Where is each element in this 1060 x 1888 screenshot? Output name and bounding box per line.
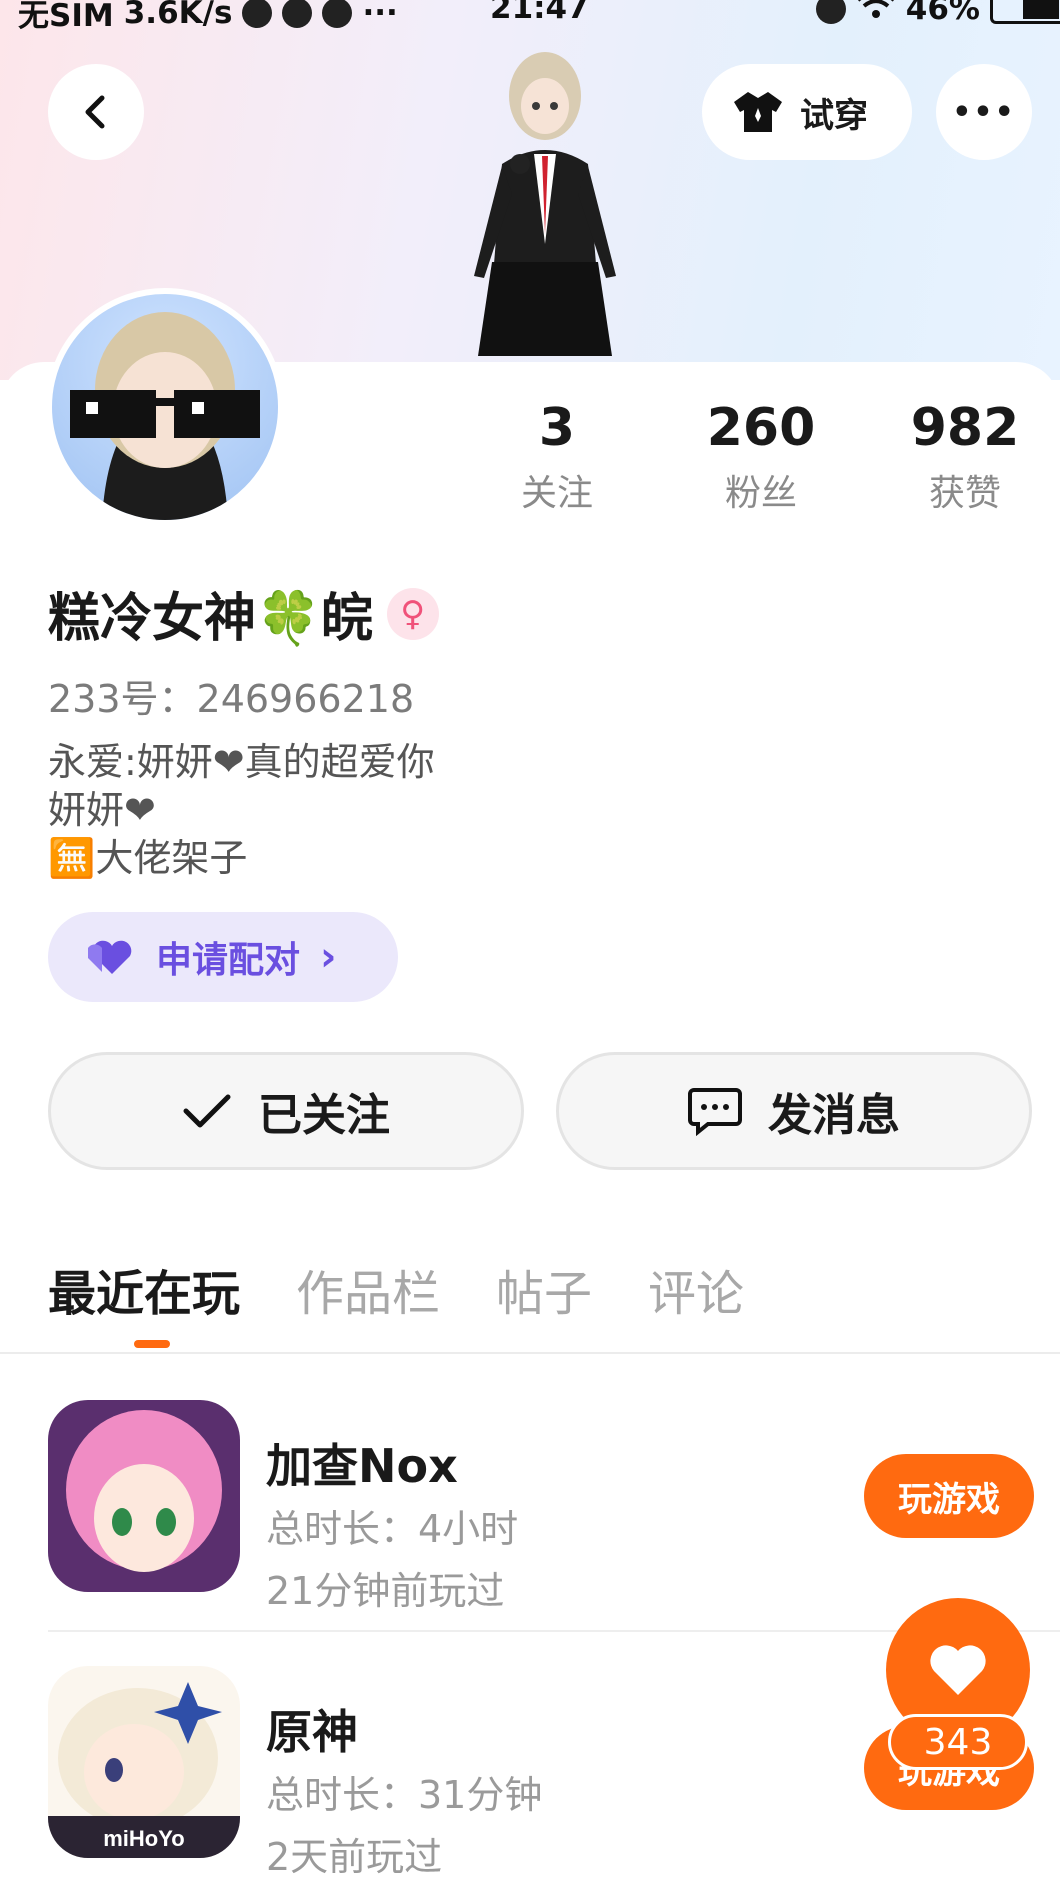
- chat-bubble-icon: [688, 1088, 742, 1136]
- fans-count: 260: [706, 398, 816, 458]
- jovi-icon: [322, 0, 353, 28]
- following-label: 关注: [520, 473, 593, 514]
- stat-following[interactable]: 3 关注: [472, 398, 642, 516]
- user-id[interactable]: 233号：246966218: [48, 668, 414, 723]
- fans-label: 粉丝: [724, 473, 797, 514]
- tshirt-icon: [734, 92, 782, 132]
- mihoyo-logo-text: miHoYo: [103, 1826, 184, 1851]
- clock: 21:47: [490, 0, 589, 26]
- check-icon: [183, 1094, 231, 1128]
- apply-pair-button[interactable]: 申请配对 ›: [48, 912, 398, 1002]
- nickname: 糕冷女神🍀皖: [48, 589, 373, 649]
- followed-button[interactable]: 已关注: [48, 1052, 524, 1170]
- battery-percent: 46%: [905, 0, 980, 27]
- try-on-button[interactable]: 试穿: [702, 64, 912, 160]
- followed-label: 已关注: [258, 1090, 390, 1141]
- game-icon: miHoYo: [48, 1666, 240, 1858]
- chevron-left-icon: [85, 95, 105, 129]
- double-heart-icon: [88, 940, 132, 974]
- following-count: 3: [538, 398, 576, 458]
- avatar[interactable]: [46, 288, 284, 526]
- female-icon: ♀: [386, 587, 439, 640]
- tab-works[interactable]: 作品栏: [296, 1254, 440, 1324]
- bio-line: 🈚大佬架子: [48, 836, 248, 880]
- game-last-played: 21分钟前玩过: [266, 1569, 505, 1613]
- apply-pair-label: 申请配对: [156, 940, 301, 981]
- game-name: 加查Nox: [266, 1439, 458, 1493]
- nickname-row: 糕冷女神🍀皖 ♀: [48, 576, 439, 651]
- wifi-icon: [856, 0, 896, 28]
- network-speed: 3.6K/s: [123, 0, 233, 31]
- tab-recently-played[interactable]: 最近在玩: [48, 1254, 240, 1324]
- more-button[interactable]: •••: [936, 64, 1032, 160]
- tab-comments[interactable]: 评论: [648, 1254, 744, 1324]
- send-message-label: 发消息: [768, 1090, 900, 1141]
- carrier-text: 无SIM: [18, 0, 114, 34]
- like-count-badge: 343: [888, 1714, 1028, 1770]
- game-list-item[interactable]: 加查Nox 总时长：4小时 21分钟前玩过 玩游戏: [48, 1400, 1060, 1613]
- stat-fans[interactable]: 260 粉丝: [676, 398, 846, 516]
- active-tab-indicator: [134, 1340, 170, 1348]
- chevron-right-icon: ›: [320, 934, 337, 980]
- bio-line: 妍妍❤: [48, 788, 156, 832]
- tab-posts[interactable]: 帖子: [496, 1254, 592, 1324]
- cloud-icon: [282, 0, 313, 28]
- game-icon: [48, 1400, 240, 1592]
- game-duration: 总时长：31分钟: [266, 1773, 543, 1817]
- likes-label: 获赞: [928, 473, 1001, 514]
- likes-count: 982: [910, 398, 1020, 458]
- more-dots-icon: •••: [952, 94, 1016, 130]
- send-message-button[interactable]: 发消息: [556, 1052, 1032, 1170]
- more-notifications-icon: ···: [362, 0, 398, 31]
- back-button[interactable]: [48, 64, 144, 160]
- heart-icon: [930, 1645, 986, 1695]
- bio: 永爱:妍妍❤真的超爱你 妍妍❤ 🈚大佬架子: [48, 738, 435, 882]
- avatar-3d-figure: [430, 44, 660, 366]
- tab-divider: [0, 1352, 1060, 1354]
- alarm-icon: [815, 0, 846, 24]
- status-bar: 无SIM 3.6K/s ··· 21:47 46%: [0, 0, 1060, 34]
- profile-tabs: 最近在玩 作品栏 帖子 评论: [48, 1254, 744, 1324]
- game-last-played: 2天前玩过: [266, 1835, 443, 1879]
- planet-icon: [242, 0, 273, 28]
- stat-likes[interactable]: 982 获赞: [880, 398, 1050, 516]
- play-game-button[interactable]: 玩游戏: [864, 1454, 1034, 1538]
- game-duration: 总时长：4小时: [266, 1507, 519, 1551]
- bio-line: 永爱:妍妍❤真的超爱你: [48, 740, 435, 784]
- game-name: 原神: [266, 1705, 358, 1759]
- try-on-label: 试穿: [800, 95, 868, 136]
- battery-icon: [990, 0, 1060, 24]
